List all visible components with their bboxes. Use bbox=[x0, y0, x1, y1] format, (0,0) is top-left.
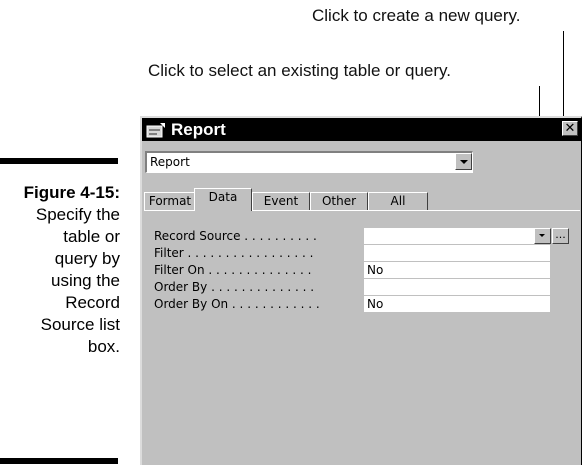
caption-line: Source list bbox=[40, 315, 120, 334]
filter-field[interactable] bbox=[364, 245, 550, 261]
title-bar[interactable]: Report ✕ bbox=[142, 118, 581, 141]
caption-line: box. bbox=[87, 337, 120, 356]
caption-line: Record bbox=[65, 293, 120, 312]
report-window-icon bbox=[146, 122, 165, 137]
caption-line: query by bbox=[54, 249, 120, 268]
tab-all[interactable]: All bbox=[368, 192, 428, 210]
caption-top-bar bbox=[0, 158, 118, 164]
tab-data[interactable]: Data bbox=[194, 188, 252, 211]
chevron-down-icon[interactable] bbox=[455, 153, 472, 170]
caption-line: Specify the bbox=[35, 205, 120, 224]
query-builder-button[interactable]: ... bbox=[552, 228, 569, 244]
property-sheet-window: Report ✕ Report Format Data Event Other … bbox=[140, 116, 582, 465]
property-label: Filter On . . . . . . . . . . . . . . bbox=[154, 263, 312, 277]
window-title: Report bbox=[171, 119, 226, 139]
tab-other[interactable]: Other bbox=[310, 192, 368, 210]
caption-bottom-bar bbox=[0, 458, 118, 464]
property-label: Filter . . . . . . . . . . . . . . . . . bbox=[154, 246, 314, 260]
callout-existing-table: Click to select an existing table or que… bbox=[148, 61, 451, 80]
figure-caption: Figure 4-15: Specify the table or query … bbox=[0, 182, 120, 358]
caption-line: table or bbox=[63, 227, 120, 246]
property-label: Order By On . . . . . . . . . . . . bbox=[154, 297, 320, 311]
property-label: Record Source . . . . . . . . . . bbox=[154, 229, 317, 243]
object-selector-combo[interactable]: Report bbox=[145, 151, 473, 173]
property-label: Order By . . . . . . . . . . . . . . bbox=[154, 280, 315, 294]
order-by-on-field[interactable]: No bbox=[364, 296, 550, 312]
figure-number: Figure 4-15: bbox=[23, 183, 120, 202]
record-source-field[interactable] bbox=[364, 228, 550, 244]
tab-format[interactable]: Format bbox=[144, 192, 196, 210]
caption-line: using the bbox=[51, 271, 120, 290]
callout-new-query: Click to create a new query. bbox=[312, 6, 521, 25]
close-button[interactable]: ✕ bbox=[562, 121, 578, 136]
tab-event[interactable]: Event bbox=[252, 192, 310, 210]
order-by-field[interactable] bbox=[364, 279, 550, 295]
close-icon: ✕ bbox=[564, 121, 576, 136]
record-source-dropdown-button[interactable] bbox=[534, 228, 551, 244]
object-selector-value: Report bbox=[150, 155, 190, 169]
filter-on-field[interactable]: No bbox=[364, 262, 550, 278]
